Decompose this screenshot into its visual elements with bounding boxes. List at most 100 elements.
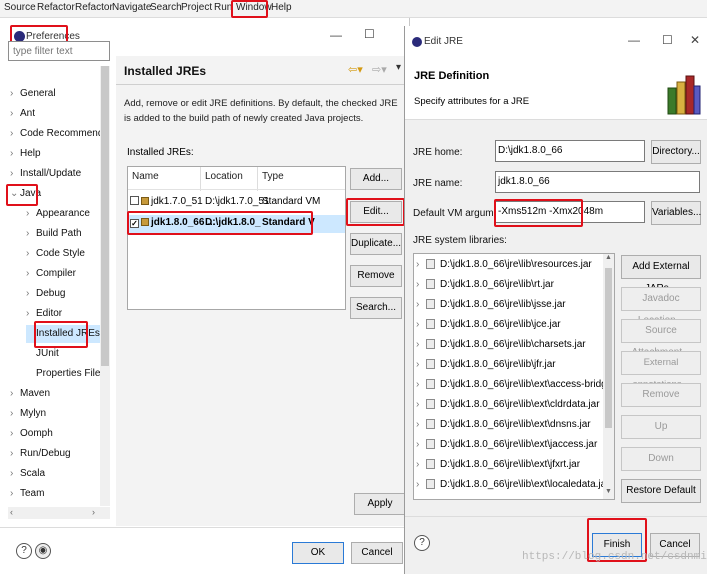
tree-item[interactable]: › Code Style <box>26 245 85 263</box>
chevron-right-icon[interactable]: › <box>416 415 426 435</box>
checkbox-jdk18[interactable]: ✓ <box>130 219 139 228</box>
up-button[interactable]: Up <box>621 415 701 439</box>
chevron-right-icon[interactable]: › <box>416 255 426 275</box>
library-item[interactable]: › D:\jdk1.8.0_66\jre\lib\ext\jfxrt.jar <box>416 455 580 475</box>
chevron-right-icon[interactable]: › <box>416 375 426 395</box>
tree-item[interactable]: › Appearance <box>26 205 90 223</box>
scroll-down-icon[interactable]: ▼ <box>605 488 612 495</box>
menu-run[interactable]: Run <box>214 2 232 13</box>
menu-refactor[interactable]: Refactor <box>37 2 75 13</box>
chevron-right-icon[interactable]: › <box>10 105 20 123</box>
cancel-button[interactable]: Cancel <box>351 542 403 564</box>
menu-project[interactable]: Project <box>181 2 212 13</box>
column-location[interactable]: Location <box>205 171 243 182</box>
import-export-icon[interactable]: ◉ <box>35 543 51 559</box>
tree-item[interactable]: › Code Recommenders <box>10 125 110 143</box>
chevron-right-icon[interactable]: › <box>10 485 20 503</box>
help-icon[interactable]: ? <box>16 543 32 559</box>
add-button[interactable]: Add... <box>350 168 402 190</box>
maximize-icon[interactable]: ☐ <box>662 33 673 47</box>
library-item[interactable]: › D:\jdk1.8.0_66\jre\lib\ext\cldrdata.jar <box>416 395 600 415</box>
close-icon[interactable]: ✕ <box>690 33 700 47</box>
jre-home-input[interactable]: D:\jdk1.8.0_66 <box>495 140 645 162</box>
tree-scroll-thumb[interactable] <box>101 66 109 366</box>
chevron-right-icon[interactable]: › <box>416 335 426 355</box>
tree-item[interactable]: › Debug <box>26 285 65 303</box>
chevron-right-icon[interactable]: › <box>416 315 426 335</box>
scroll-right-icon[interactable]: › <box>92 507 95 517</box>
tree-horizontal-scrollbar[interactable]: ‹ › <box>8 507 110 519</box>
tree-item[interactable]: › General <box>10 85 56 103</box>
chevron-right-icon[interactable]: › <box>10 445 20 463</box>
menu-navigate[interactable]: Navigate <box>112 2 151 13</box>
tree-item[interactable]: › Scala <box>10 465 45 483</box>
checkbox-jdk17[interactable] <box>130 196 139 205</box>
forward-arrow-icon[interactable]: ⇨▾ <box>372 63 387 76</box>
chevron-right-icon[interactable]: › <box>10 125 20 143</box>
library-item[interactable]: › D:\jdk1.8.0_66\jre\lib\resources.jar <box>416 255 592 275</box>
chevron-right-icon[interactable]: › <box>10 145 20 163</box>
tree-item[interactable]: › Mylyn <box>10 405 46 423</box>
chevron-right-icon[interactable]: › <box>26 285 36 303</box>
maximize-icon[interactable]: ☐ <box>364 27 375 41</box>
help-icon[interactable]: ? <box>414 535 430 551</box>
library-item[interactable]: › D:\jdk1.8.0_66\jre\lib\charsets.jar <box>416 335 586 355</box>
back-arrow-icon[interactable]: ⇦▾ <box>348 63 363 76</box>
table-row[interactable]: jdk1.7.0_51 D:\jdk1.7.0_51 Standard VM <box>130 196 345 212</box>
remove-library-button[interactable]: Remove <box>621 383 701 407</box>
menu-source[interactable]: Source <box>4 2 36 13</box>
chevron-right-icon[interactable]: › <box>26 205 36 223</box>
libraries-scrollbar[interactable]: ▲ ▼ <box>603 254 614 499</box>
apply-button[interactable]: Apply <box>354 493 406 515</box>
library-item[interactable]: › D:\jdk1.8.0_66\jre\lib\ext\jaccess.jar <box>416 435 597 455</box>
library-item[interactable]: › D:\jdk1.8.0_66\jre\lib\jce.jar <box>416 315 561 335</box>
duplicate-button[interactable]: Duplicate... <box>350 233 402 255</box>
chevron-right-icon[interactable]: › <box>26 245 36 263</box>
tree-item[interactable]: Installed JREs <box>26 325 102 343</box>
tree-item[interactable]: › Install/Update <box>10 165 81 183</box>
tree-item[interactable]: › Ant <box>10 105 35 123</box>
tree-item[interactable]: › Team <box>10 485 44 503</box>
chevron-right-icon[interactable]: › <box>416 455 426 475</box>
table-row-selected[interactable]: ✓ jdk1.8.0_66 ... D:\jdk1.8.0_ Standard V <box>129 215 345 233</box>
vm-args-input[interactable]: -Xms512m -Xmx2048m <box>495 201 645 223</box>
javadoc-location-button[interactable]: Javadoc Location... <box>621 287 701 326</box>
edit-button[interactable]: Edit... <box>350 201 402 223</box>
scroll-left-icon[interactable]: ‹ <box>10 507 13 517</box>
chevron-right-icon[interactable]: › <box>10 465 20 483</box>
filter-input[interactable] <box>8 41 110 61</box>
chevron-right-icon[interactable]: › <box>416 495 426 499</box>
menu-help[interactable]: Help <box>271 2 292 13</box>
external-annotations-button[interactable]: External annotations... <box>621 351 701 390</box>
directory-button[interactable]: Directory... <box>651 140 701 164</box>
chevron-right-icon[interactable]: › <box>416 475 426 495</box>
menu-refactor-2[interactable]: Refactor <box>75 2 113 13</box>
scroll-up-icon[interactable]: ▲ <box>605 254 612 261</box>
restore-default-button[interactable]: Restore Default <box>621 479 701 503</box>
tree-item[interactable]: › Editor <box>26 305 62 323</box>
library-item[interactable]: › D:\jdk1.8.0_66\jre\lib\rt.jar <box>416 275 554 295</box>
chevron-down-icon[interactable]: ⌄ <box>10 185 20 203</box>
chevron-right-icon[interactable]: › <box>10 405 20 423</box>
minimize-icon[interactable]: — <box>330 28 342 42</box>
minimize-icon[interactable]: — <box>628 33 640 47</box>
source-attachment-button[interactable]: Source Attachment... <box>621 319 701 358</box>
library-item[interactable]: › D:\jdk1.8.0_66\jre\lib\ext\access-bridg… <box>416 375 614 395</box>
chevron-right-icon[interactable]: › <box>26 265 36 283</box>
tree-item[interactable]: › Build Path <box>26 225 82 243</box>
chevron-right-icon[interactable]: › <box>10 85 20 103</box>
library-item[interactable]: › D:\jdk1.8.0_66\jre\lib\jfr.jar <box>416 355 556 375</box>
tree-item[interactable]: Properties Files Ed <box>26 365 110 383</box>
chevron-right-icon[interactable]: › <box>416 355 426 375</box>
variables-button[interactable]: Variables... <box>651 201 701 225</box>
tree-item[interactable]: › Help <box>10 145 41 163</box>
menu-window[interactable]: Window <box>236 2 272 13</box>
column-name[interactable]: Name <box>132 171 159 182</box>
library-item[interactable]: › D:\jdk1.8.0_66\jre\lib\ext\localedata.j… <box>416 475 610 495</box>
chevron-right-icon[interactable]: › <box>10 385 20 403</box>
view-menu-icon[interactable]: ▾ <box>396 62 401 73</box>
tree-item[interactable]: JUnit <box>26 345 59 363</box>
tree-item[interactable]: › Maven <box>10 385 50 403</box>
add-external-jars-button[interactable]: Add External JARs... <box>621 255 701 294</box>
tree-item[interactable]: › Compiler <box>26 265 76 283</box>
